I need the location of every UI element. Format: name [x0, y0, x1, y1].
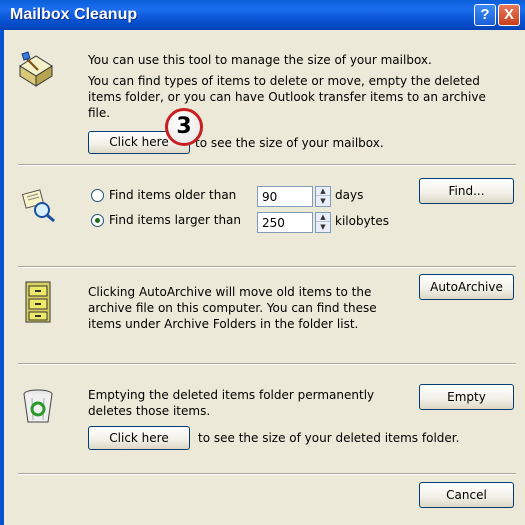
older-days-spinner[interactable]: ▲ ▼ [315, 186, 331, 207]
step-number-badge: 3 [165, 108, 203, 146]
radio-selected-dot [95, 218, 100, 223]
find-button[interactable]: Find... [419, 178, 514, 204]
spin-down-icon[interactable]: ▼ [316, 223, 330, 232]
autoarchive-button[interactable]: AutoArchive [419, 274, 514, 300]
archive-desc-line3: items under Archive Folders in the folde… [88, 317, 359, 331]
spin-up-icon[interactable]: ▲ [316, 187, 330, 196]
deleted-desc-line2: deletes those items. [88, 404, 211, 418]
mailbox-broom-icon [19, 51, 53, 87]
deleted-size-suffix: to see the size of your deleted items fo… [198, 431, 460, 445]
mailbox-intro-text: You can use this tool to manage the size… [88, 53, 432, 67]
close-button[interactable]: X [498, 4, 520, 26]
separator [18, 266, 516, 268]
larger-kb-spinner[interactable]: ▲ ▼ [315, 212, 331, 233]
spin-up-icon[interactable]: ▲ [316, 213, 330, 222]
mailbox-size-suffix: to see the size of your mailbox. [195, 136, 384, 150]
cancel-button[interactable]: Cancel [419, 482, 514, 508]
separator [18, 363, 516, 365]
help-button[interactable]: ? [474, 4, 496, 26]
separator [18, 473, 516, 475]
dialog-body: You can use this tool to manage the size… [4, 30, 525, 525]
larger-label: Find items larger than [109, 213, 242, 227]
window-title: Mailbox Cleanup [10, 6, 138, 23]
mailbox-desc-line3: file. [88, 106, 111, 120]
mailbox-cleanup-window: Mailbox Cleanup ? X You can use this too… [0, 0, 525, 525]
title-bar[interactable]: Mailbox Cleanup ? X [0, 0, 525, 30]
empty-button[interactable]: Empty [419, 384, 514, 410]
find-magnifier-icon [21, 189, 55, 223]
deleted-desc-line1: Emptying the deleted items folder perman… [88, 388, 375, 402]
older-label: Find items older than [109, 188, 237, 202]
larger-radio[interactable] [91, 214, 104, 227]
older-days-input[interactable]: 90 [257, 186, 313, 207]
file-cabinet-icon [25, 281, 51, 323]
larger-kb-input[interactable]: 250 [257, 212, 313, 233]
days-unit-label: days [335, 188, 364, 202]
archive-desc-line2: archive file on this computer. You can f… [88, 301, 377, 315]
recycle-bin-icon [23, 389, 53, 423]
mailbox-desc-line2: items folder, or you can have Outlook tr… [88, 90, 486, 104]
separator [18, 164, 516, 166]
mailbox-desc-line1: You can find types of items to delete or… [88, 74, 480, 88]
kilobytes-unit-label: kilobytes [335, 214, 390, 228]
deleted-size-button[interactable]: Click here [88, 426, 190, 450]
spin-down-icon[interactable]: ▼ [316, 197, 330, 206]
archive-desc-line1: Clicking AutoArchive will move old items… [88, 285, 372, 299]
older-radio[interactable] [91, 189, 104, 202]
